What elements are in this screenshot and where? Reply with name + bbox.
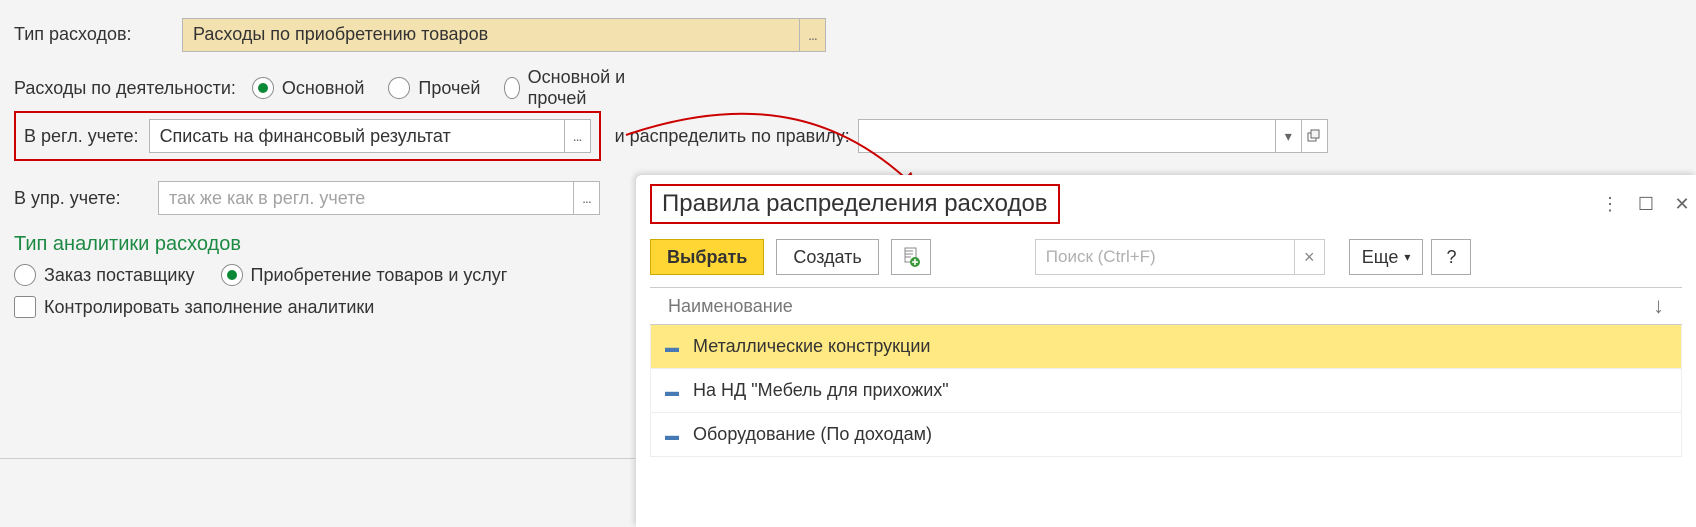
copy-button[interactable] — [891, 239, 931, 275]
select-button[interactable]: Выбрать — [650, 239, 764, 275]
activity-radio-both[interactable] — [504, 77, 519, 99]
regl-account-value: Списать на финансовый результат — [150, 126, 564, 147]
distribute-rule-dropdown-button[interactable]: ▾ — [1275, 120, 1301, 152]
list-item-label: На НД "Мебель для прихожих" — [693, 380, 949, 401]
item-icon: ▬ — [665, 339, 679, 355]
left-divider — [0, 458, 635, 459]
activity-label: Расходы по деятельности: — [14, 78, 236, 99]
distribute-rule-label: и распределить по правилу: — [615, 126, 850, 147]
activity-radio-main[interactable] — [252, 77, 274, 99]
search-clear-button[interactable]: × — [1294, 240, 1324, 274]
sort-arrow-down-icon[interactable]: ↓ — [1653, 293, 1664, 319]
item-icon: ▬ — [665, 427, 679, 443]
distribute-rule-field[interactable]: ▾ — [858, 119, 1328, 153]
regl-account-label: В регл. учете: — [24, 126, 139, 147]
item-icon: ▬ — [665, 383, 679, 399]
popup-title: Правила распределения расходов — [650, 184, 1060, 224]
kebab-icon[interactable]: ⋮ — [1596, 190, 1624, 218]
analytics-option-0: Заказ поставщику — [44, 265, 195, 286]
analytics-radio-order[interactable] — [14, 264, 36, 286]
mgmt-account-field[interactable]: так же как в регл. учете ... — [158, 181, 600, 215]
activity-option-0: Основной — [282, 78, 365, 99]
more-button[interactable]: Еще ▾ — [1349, 239, 1424, 275]
chevron-down-icon: ▾ — [1404, 250, 1410, 264]
expense-type-label: Тип расходов: — [14, 24, 132, 45]
list-item[interactable]: ▬ Металлические конструкции — [651, 325, 1681, 369]
analytics-heading: Тип аналитики расходов — [14, 233, 634, 256]
control-analytics-checkbox[interactable] — [14, 296, 36, 318]
mgmt-account-picker-button[interactable]: ... — [573, 182, 599, 214]
mgmt-account-placeholder: так же как в регл. учете — [159, 188, 573, 209]
expense-type-value: Расходы по приобретению товаров — [183, 24, 799, 45]
activity-option-2: Основной и прочей — [528, 67, 634, 109]
maximize-icon[interactable]: ☐ — [1632, 190, 1660, 218]
create-button[interactable]: Создать — [776, 239, 878, 275]
analytics-radio-purchase[interactable] — [221, 264, 243, 286]
expense-type-picker-button[interactable]: ... — [799, 19, 825, 51]
expense-type-field[interactable]: Расходы по приобретению товаров ... — [182, 18, 826, 52]
list-item-label: Металлические конструкции — [693, 336, 930, 357]
regl-account-picker-button[interactable]: ... — [564, 120, 590, 152]
analytics-option-1: Приобретение товаров и услуг — [251, 265, 508, 286]
list-header-name[interactable]: Наименование — [668, 296, 793, 317]
distribute-rule-open-button[interactable] — [1301, 120, 1327, 152]
list-item-label: Оборудование (По доходам) — [693, 424, 932, 445]
close-icon[interactable]: ✕ — [1668, 190, 1696, 218]
control-analytics-label: Контролировать заполнение аналитики — [44, 297, 374, 318]
activity-radio-other[interactable] — [388, 77, 410, 99]
rules-list: ▬ Металлические конструкции ▬ На НД "Меб… — [650, 325, 1682, 457]
search-input[interactable] — [1036, 247, 1294, 267]
activity-option-1: Прочей — [418, 78, 480, 99]
help-button[interactable]: ? — [1431, 239, 1471, 275]
list-item[interactable]: ▬ Оборудование (По доходам) — [651, 413, 1681, 457]
mgmt-account-label: В упр. учете: — [14, 188, 150, 209]
rules-popup: Правила распределения расходов ⋮ ☐ ✕ Выб… — [636, 175, 1696, 527]
list-item[interactable]: ▬ На НД "Мебель для прихожих" — [651, 369, 1681, 413]
regl-account-field[interactable]: Списать на финансовый результат ... — [149, 119, 591, 153]
more-button-label: Еще — [1362, 247, 1399, 268]
